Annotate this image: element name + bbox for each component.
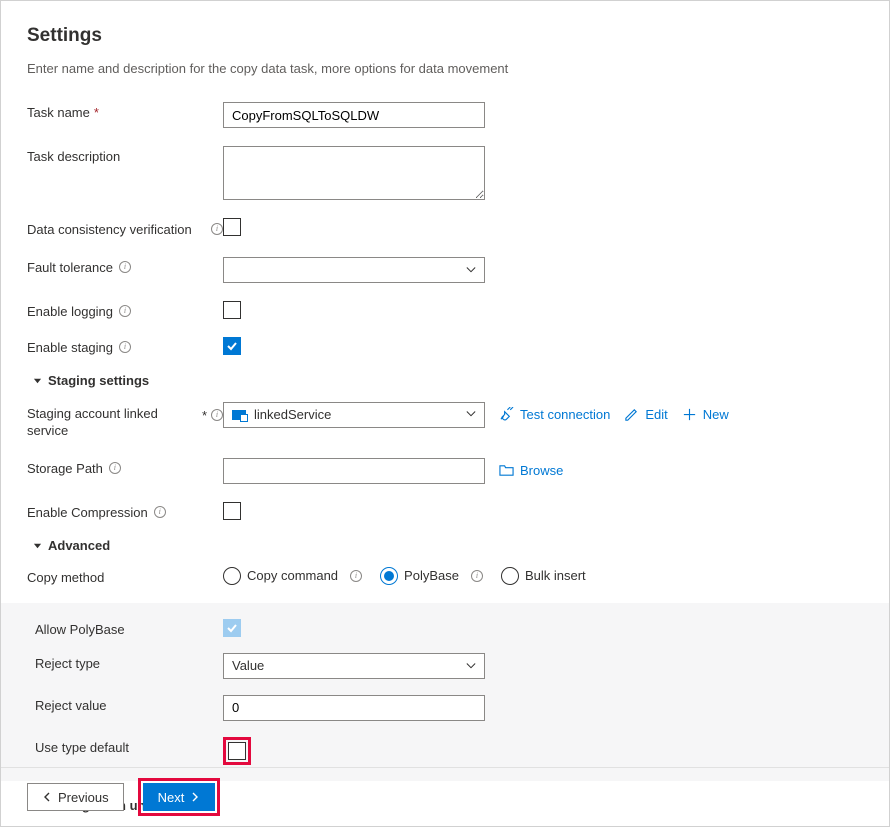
- polybase-panel: Allow PolyBase Reject type Value Reject …: [1, 603, 889, 781]
- info-icon[interactable]: i: [119, 341, 131, 353]
- highlight-use-type-default: [223, 737, 251, 765]
- edit-button[interactable]: Edit: [624, 407, 667, 422]
- task-description-input[interactable]: [223, 146, 485, 200]
- info-icon[interactable]: i: [471, 570, 483, 582]
- required-asterisk: *: [94, 105, 99, 120]
- browse-button[interactable]: Browse: [499, 463, 563, 478]
- row-enable-compression: Enable Compression i: [27, 502, 871, 520]
- storage-path-input[interactable]: [223, 458, 485, 484]
- label-data-consistency: Data consistency verification i: [27, 218, 223, 239]
- label-task-name: Task name *: [27, 102, 223, 120]
- row-enable-staging: Enable staging i: [27, 337, 871, 355]
- row-reject-type: Reject type Value: [27, 653, 871, 679]
- service-icon: [232, 410, 246, 420]
- row-copy-method: Copy method Copy command i PolyBase i Bu…: [27, 567, 871, 585]
- info-icon[interactable]: i: [119, 261, 131, 273]
- next-button[interactable]: Next: [143, 783, 216, 811]
- allow-polybase-checkbox[interactable]: [223, 619, 241, 637]
- info-icon[interactable]: i: [211, 409, 223, 421]
- row-linked-service: Staging account linked service * i linke…: [27, 402, 871, 440]
- reject-type-select[interactable]: Value: [223, 653, 485, 679]
- data-consistency-checkbox[interactable]: [223, 218, 241, 236]
- label-copy-method: Copy method: [27, 567, 223, 585]
- enable-staging-checkbox[interactable]: [223, 337, 241, 355]
- plus-icon: [682, 407, 697, 422]
- info-icon[interactable]: i: [109, 462, 121, 474]
- fault-tolerance-select[interactable]: [223, 257, 485, 283]
- row-fault-tolerance: Fault tolerance i: [27, 257, 871, 283]
- section-staging-settings[interactable]: Staging settings: [33, 373, 871, 388]
- new-button[interactable]: New: [682, 407, 729, 422]
- chevron-right-icon: [190, 792, 200, 802]
- page-subtitle: Enter name and description for the copy …: [27, 61, 871, 76]
- label-fault-tolerance: Fault tolerance i: [27, 257, 223, 275]
- row-task-name: Task name *: [27, 102, 871, 128]
- label-linked-service: Staging account linked service * i: [27, 402, 223, 440]
- settings-page: Settings Enter name and description for …: [0, 0, 890, 827]
- chevron-down-icon: [466, 661, 476, 671]
- label-task-description: Task description: [27, 146, 223, 164]
- use-type-default-checkbox[interactable]: [228, 742, 246, 760]
- wizard-footer: Previous Next: [1, 767, 889, 826]
- highlight-next: Next: [138, 778, 221, 816]
- chevron-down-icon: [466, 407, 476, 422]
- row-use-type-default: Use type default: [27, 737, 871, 765]
- reject-value-input[interactable]: [223, 695, 485, 721]
- info-icon[interactable]: i: [350, 570, 362, 582]
- previous-button[interactable]: Previous: [27, 783, 124, 811]
- info-icon[interactable]: i: [154, 506, 166, 518]
- label-enable-compression: Enable Compression i: [27, 502, 223, 520]
- row-allow-polybase: Allow PolyBase: [27, 619, 871, 637]
- row-task-description: Task description: [27, 146, 871, 200]
- pencil-icon: [624, 407, 639, 422]
- label-enable-logging: Enable logging i: [27, 301, 223, 319]
- label-storage-path: Storage Path i: [27, 458, 223, 476]
- label-reject-value: Reject value: [27, 695, 223, 713]
- folder-icon: [499, 463, 514, 478]
- section-advanced[interactable]: Advanced: [33, 538, 871, 553]
- radio-polybase[interactable]: PolyBase i: [380, 567, 483, 585]
- label-reject-type: Reject type: [27, 653, 223, 671]
- plug-icon: [499, 407, 514, 422]
- caret-icon: [33, 376, 42, 385]
- chevron-left-icon: [42, 792, 52, 802]
- info-icon[interactable]: i: [119, 305, 131, 317]
- row-storage-path: Storage Path i Browse: [27, 458, 871, 484]
- linked-service-select[interactable]: linkedService: [223, 402, 485, 428]
- task-name-input[interactable]: [223, 102, 485, 128]
- enable-logging-checkbox[interactable]: [223, 301, 241, 319]
- label-use-type-default: Use type default: [27, 737, 223, 755]
- radio-copy-command[interactable]: Copy command i: [223, 567, 362, 585]
- info-icon[interactable]: i: [211, 223, 223, 235]
- caret-icon: [33, 541, 42, 550]
- label-allow-polybase: Allow PolyBase: [27, 619, 223, 637]
- row-reject-value: Reject value: [27, 695, 871, 721]
- row-data-consistency: Data consistency verification i: [27, 218, 871, 239]
- enable-compression-checkbox[interactable]: [223, 502, 241, 520]
- chevron-down-icon: [466, 265, 476, 275]
- label-enable-staging: Enable staging i: [27, 337, 223, 355]
- row-enable-logging: Enable logging i: [27, 301, 871, 319]
- test-connection-button[interactable]: Test connection: [499, 407, 610, 422]
- page-title: Settings: [27, 25, 871, 47]
- radio-bulk-insert[interactable]: Bulk insert: [501, 567, 586, 585]
- required-asterisk: *: [202, 407, 207, 425]
